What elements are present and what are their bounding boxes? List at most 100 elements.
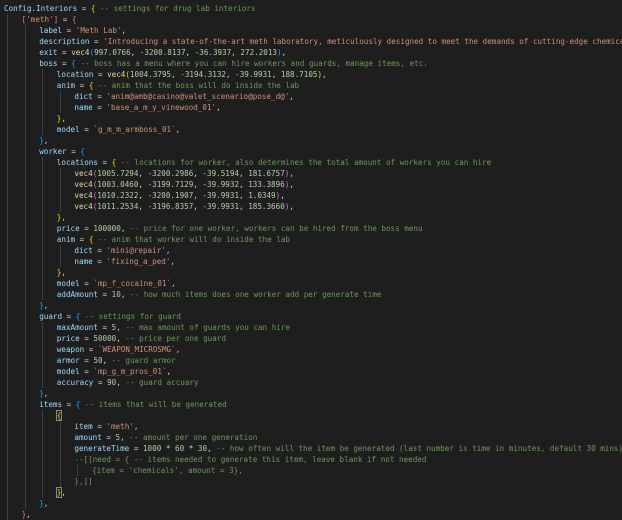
code-line[interactable]: }, bbox=[0, 498, 622, 509]
code-line[interactable]: --[[need = { -- items needed to generate… bbox=[0, 454, 622, 465]
code-line-text: --[[need = { -- items needed to generate… bbox=[74, 454, 426, 465]
code-line[interactable]: accuracy = 90, -- guard accuary bbox=[0, 377, 622, 388]
code-line[interactable]: price = 100000, -- price for one worker,… bbox=[0, 223, 622, 234]
code-editor[interactable]: Config.Interiors = { -- settings for dru… bbox=[0, 0, 622, 520]
code-line[interactable]: }, bbox=[0, 509, 622, 520]
code-line[interactable]: anim = { -- anim that the boss will do i… bbox=[0, 80, 622, 91]
code-token: { bbox=[71, 15, 77, 24]
code-line[interactable]: }, bbox=[0, 267, 622, 278]
code-line-text: locations = { -- locations for worker, a… bbox=[57, 157, 491, 168]
code-line[interactable]: dict = 'anim@amb@casino@valet_scenario@p… bbox=[0, 91, 622, 102]
code-line-text: }, bbox=[22, 509, 31, 520]
code-line-text: }, bbox=[39, 388, 48, 399]
code-line-text: weapon = `WEAPON_MICROSMG`, bbox=[57, 344, 180, 355]
code-line-text: accuracy = 90, -- guard accuary bbox=[57, 377, 199, 388]
code-token: = bbox=[79, 125, 94, 134]
code-line-text: price = 50000, -- price per one guard bbox=[57, 333, 226, 344]
code-token: -3199.7129 bbox=[147, 180, 194, 189]
code-line[interactable]: vec4(1003.0460, -3199.7129, -39.9932, 13… bbox=[0, 179, 622, 190]
code-line[interactable]: vec4(1010.2322, -3200.1907, -39.9931, 1.… bbox=[0, 190, 622, 201]
code-line-text: vec4(1005.7294, -3200.2986, -39.5194, 18… bbox=[74, 168, 294, 179]
code-token: = bbox=[79, 356, 94, 365]
code-line[interactable]: model = `g_m_m_armboss_01`, bbox=[0, 124, 622, 135]
code-line[interactable]: dict = 'mini@repair', bbox=[0, 245, 622, 256]
code-line[interactable]: }, bbox=[0, 300, 622, 311]
code-token: 'meth' bbox=[106, 422, 134, 431]
code-line[interactable]: maxAmount = 5, -- max amount of guards y… bbox=[0, 322, 622, 333]
code-line[interactable]: name = 'base_a_m_y_vinewood_01', bbox=[0, 102, 622, 113]
code-token: = bbox=[62, 312, 76, 321]
code-token: Config bbox=[4, 4, 32, 13]
code-token: {item = 'chemicals', amount = 3}, bbox=[92, 466, 243, 475]
code-line[interactable]: label = 'Meth Lab', bbox=[0, 25, 622, 36]
code-line[interactable]: items = { -- items that will be generate… bbox=[0, 399, 622, 410]
code-line[interactable]: anim = { -- anim that worker will do ins… bbox=[0, 234, 622, 245]
code-token: 10 bbox=[111, 290, 121, 299]
code-line[interactable]: location = vec4(1004.3795, -3194.3132, -… bbox=[0, 69, 622, 80]
code-line[interactable]: },]] bbox=[0, 476, 622, 487]
code-line[interactable]: guard = { -- settings for guard bbox=[0, 311, 622, 322]
code-line-text: Config.Interiors = { -- settings for dru… bbox=[4, 3, 255, 14]
code-token: , bbox=[43, 389, 49, 398]
code-token: vec4 bbox=[74, 180, 93, 189]
code-line[interactable]: }, bbox=[0, 135, 622, 146]
code-token: 188.7105 bbox=[280, 70, 318, 79]
code-line-text: anim = { -- anim that worker will do ins… bbox=[57, 234, 290, 245]
code-line[interactable]: name = 'fixing_a_ped', bbox=[0, 256, 622, 267]
code-token: 'mini@repair' bbox=[106, 246, 166, 255]
code-line[interactable]: model = `mp_f_cocaine_01`, bbox=[0, 278, 622, 289]
code-line-text: },]] bbox=[74, 476, 92, 487]
code-line[interactable]: model = `mp_g_m_pros_01`, bbox=[0, 366, 622, 377]
code-token: = bbox=[58, 15, 72, 24]
code-token: -- how often will the item be generated … bbox=[211, 444, 622, 453]
code-token: * bbox=[161, 444, 175, 453]
code-line[interactable]: { bbox=[0, 410, 622, 421]
code-token: 'Meth Lab' bbox=[75, 26, 122, 35]
code-token: = bbox=[93, 70, 108, 79]
code-line-text: }, bbox=[39, 300, 48, 311]
code-token: , bbox=[138, 169, 148, 178]
code-token: 1003.0460 bbox=[97, 180, 139, 189]
code-line[interactable]: generateTime = 1000 * 60 * 30, -- how of… bbox=[0, 443, 622, 454]
code-line[interactable]: }, bbox=[0, 212, 622, 223]
code-line-text: price = 100000, -- price for one worker,… bbox=[57, 223, 423, 234]
code-token: item bbox=[74, 422, 93, 431]
code-line[interactable]: locations = { -- locations for worker, a… bbox=[0, 157, 622, 168]
code-line-text: {item = 'chemicals', amount = 3}, bbox=[92, 465, 243, 476]
code-token: = bbox=[89, 37, 104, 46]
code-token: },]] bbox=[74, 477, 93, 486]
code-line-text: worker = { bbox=[39, 146, 85, 157]
code-line[interactable]: addAmount = 10, -- how much items does o… bbox=[0, 289, 622, 300]
code-token: -- max amount of guards you can hire bbox=[120, 323, 290, 332]
code-line[interactable]: price = 50000, -- price per one guard bbox=[0, 333, 622, 344]
code-token: -3200.8137 bbox=[139, 48, 186, 57]
code-token: vec4 bbox=[107, 70, 126, 79]
code-line-text: anim = { -- anim that the boss will do i… bbox=[57, 80, 299, 91]
code-line[interactable]: vec4(1005.7294, -3200.2986, -39.5194, 18… bbox=[0, 168, 622, 179]
code-line[interactable]: }, bbox=[0, 487, 622, 498]
code-token: armor bbox=[56, 356, 80, 365]
code-token: 1010.2322 bbox=[97, 191, 139, 200]
code-line[interactable]: vec4(1011.2534, -3196.8357, -39.9931, 18… bbox=[0, 201, 622, 212]
code-token: guard bbox=[39, 312, 63, 321]
code-token: , bbox=[170, 257, 175, 266]
code-line[interactable]: }, bbox=[0, 388, 622, 399]
code-token: dict bbox=[74, 246, 93, 255]
code-line[interactable]: amount = 5, -- amount per one generation bbox=[0, 432, 622, 443]
code-line[interactable]: description = 'Introducing a state-of-th… bbox=[0, 36, 622, 47]
code-line[interactable]: weapon = `WEAPON_MICROSMG`, bbox=[0, 344, 622, 355]
code-line[interactable]: armor = 50, -- guard armor bbox=[0, 355, 622, 366]
code-token: 'base_a_m_y_vinewood_01' bbox=[106, 103, 217, 112]
code-line[interactable]: exit = vec4(997.0766, -3200.8137, -36.39… bbox=[0, 47, 622, 58]
code-line[interactable]: boss = { -- boss has a menu where you ca… bbox=[0, 58, 622, 69]
code-line[interactable]: worker = { bbox=[0, 146, 622, 157]
code-line[interactable]: item = 'meth', bbox=[0, 421, 622, 432]
code-token: , bbox=[43, 499, 49, 508]
code-token: 133.3896 bbox=[248, 180, 285, 189]
code-line[interactable]: {item = 'chemicals', amount = 3}, bbox=[0, 465, 622, 476]
code-line[interactable]: ['meth'] = { bbox=[0, 14, 622, 25]
code-token: name bbox=[74, 257, 93, 266]
code-line[interactable]: }, bbox=[0, 113, 622, 124]
code-line[interactable]: Config.Interiors = { -- settings for dru… bbox=[0, 3, 622, 14]
code-token: 30 bbox=[197, 444, 208, 453]
